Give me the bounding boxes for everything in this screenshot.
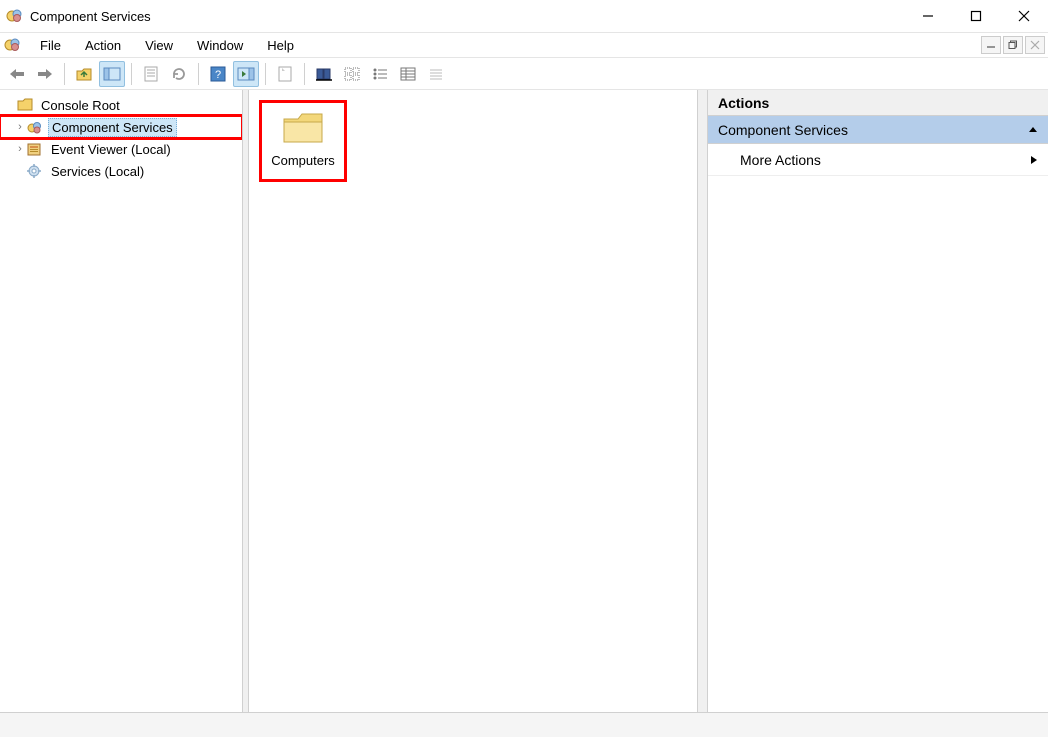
collapse-up-icon	[1028, 125, 1038, 135]
menu-bar: File Action View Window Help	[0, 32, 1048, 58]
view-status-button[interactable]	[423, 61, 449, 87]
tree-item-label: Event Viewer (Local)	[48, 141, 174, 158]
tree-item-label: Services (Local)	[48, 163, 147, 180]
toolbar-separator	[304, 63, 305, 85]
toolbar-separator	[198, 63, 199, 85]
view-application-button[interactable]	[311, 61, 337, 87]
forward-button[interactable]	[32, 61, 58, 87]
show-hide-actions-button[interactable]	[233, 61, 259, 87]
window-title: Component Services	[30, 9, 904, 24]
mdi-controls	[981, 36, 1048, 54]
tree-item-label: Component Services	[48, 118, 177, 137]
mdi-minimize-button[interactable]	[981, 36, 1001, 54]
menu-window[interactable]: Window	[185, 35, 255, 56]
submenu-arrow-icon	[1030, 155, 1038, 165]
minimize-button[interactable]	[904, 0, 952, 32]
view-component-button[interactable]	[339, 61, 365, 87]
new-window-button[interactable]	[272, 61, 298, 87]
services-gear-icon	[26, 163, 44, 179]
view-detail-button[interactable]	[395, 61, 421, 87]
toolbar: ?	[0, 58, 1048, 90]
svg-text:?: ?	[215, 69, 221, 81]
mdi-close-button[interactable]	[1025, 36, 1045, 54]
up-folder-button[interactable]	[71, 61, 97, 87]
folder-icon	[281, 109, 325, 147]
tree-root[interactable]: Console Root	[0, 94, 242, 116]
back-button[interactable]	[4, 61, 30, 87]
actions-section-label: Component Services	[718, 122, 848, 138]
help-button[interactable]: ?	[205, 61, 231, 87]
menu-help[interactable]: Help	[255, 35, 306, 56]
expander-icon[interactable]: ›	[14, 143, 26, 155]
content-item-label: Computers	[271, 153, 335, 168]
content-item-computers[interactable]: Computers	[259, 100, 347, 182]
menu-action[interactable]: Action	[73, 35, 133, 56]
component-services-icon	[26, 119, 44, 135]
actions-header: Actions	[708, 90, 1048, 116]
toolbar-separator	[64, 63, 65, 85]
refresh-button[interactable]	[166, 61, 192, 87]
window-controls	[904, 0, 1048, 32]
view-list-button[interactable]	[367, 61, 393, 87]
actions-pane: Actions Component Services More Actions	[708, 90, 1048, 712]
main-content: Console Root › Component Services › Even…	[0, 90, 1048, 713]
actions-more-actions[interactable]: More Actions	[708, 144, 1048, 176]
tree-item-component-services[interactable]: › Component Services	[0, 116, 242, 138]
toolbar-separator	[265, 63, 266, 85]
right-splitter[interactable]	[698, 90, 708, 712]
maximize-button[interactable]	[952, 0, 1000, 32]
content-pane: Computers	[249, 90, 698, 712]
toolbar-separator	[131, 63, 132, 85]
show-hide-tree-button[interactable]	[99, 61, 125, 87]
actions-section[interactable]: Component Services	[708, 116, 1048, 144]
menu-view[interactable]: View	[133, 35, 185, 56]
tree-item-event-viewer[interactable]: › Event Viewer (Local)	[0, 138, 242, 160]
title-bar: Component Services	[0, 0, 1048, 32]
tree-pane: Console Root › Component Services › Even…	[0, 90, 243, 712]
event-viewer-icon	[26, 141, 44, 157]
tree-root-label: Console Root	[38, 97, 123, 114]
folder-icon	[16, 97, 34, 113]
actions-row-label: More Actions	[740, 152, 821, 168]
mdi-app-icon	[4, 36, 22, 54]
expander-icon[interactable]: ›	[14, 121, 26, 133]
menu-file[interactable]: File	[28, 35, 73, 56]
status-bar	[0, 713, 1048, 737]
tree-item-services[interactable]: Services (Local)	[0, 160, 242, 182]
properties-button[interactable]	[138, 61, 164, 87]
mdi-restore-button[interactable]	[1003, 36, 1023, 54]
app-icon	[6, 7, 24, 25]
close-button[interactable]	[1000, 0, 1048, 32]
